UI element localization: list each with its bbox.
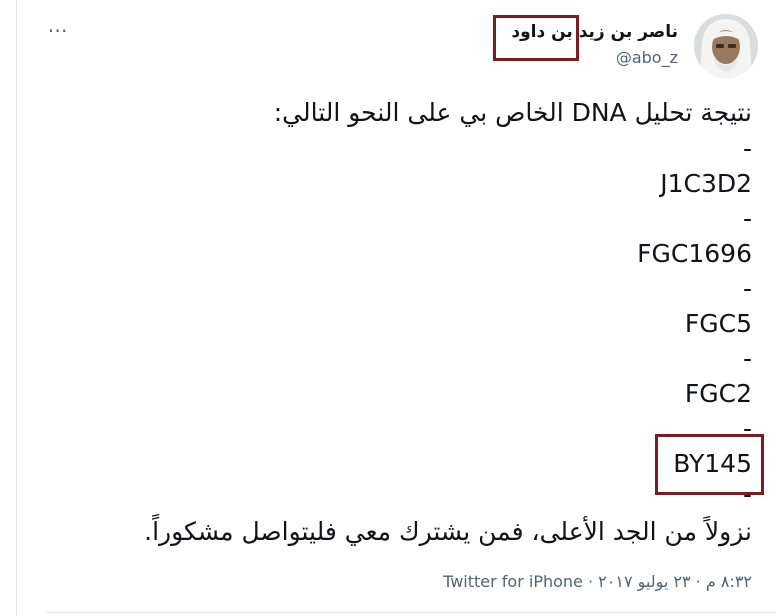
tweet-meta: ٨:٣٢ م · ٢٣ يوليو ٢٠١٧ · Twitter for iPh… — [443, 572, 752, 591]
tweet-text-line: J1C3D2 — [660, 169, 752, 198]
tweet-text-line: - — [742, 344, 752, 373]
more-options-icon[interactable]: ⋯ — [46, 18, 70, 42]
tweet-timestamp[interactable]: ٨:٣٢ م · ٢٣ يوليو ٢٠١٧ — [598, 572, 752, 591]
tweet-text-line: FGC1696 — [637, 239, 752, 268]
divider-left — [16, 0, 17, 616]
author-handle[interactable]: @abo_z — [616, 48, 678, 67]
tweet-text-line: FGC2 — [684, 379, 752, 408]
tweet-text-line: - — [742, 204, 752, 233]
divider-bottom — [46, 612, 776, 613]
tweet-text-line: - — [742, 134, 752, 163]
tweet-source[interactable]: Twitter for iPhone — [443, 572, 583, 591]
tweet-text-line: نتيجة تحليل DNA الخاص بي على النحو التال… — [273, 98, 752, 127]
tweet-card: ⋯ ناصر بن زيد بن داود @abo_z نتيجة تحليل… — [0, 0, 776, 616]
profile-photo — [694, 14, 758, 78]
annotation-box-name — [493, 15, 579, 61]
annotation-box-by145 — [655, 434, 764, 495]
tweet-text-line: نزولاً من الجد الأعلى، فمن يشترك معي فلي… — [144, 517, 752, 546]
tweet-text-line: - — [742, 274, 752, 303]
tweet-text-line: FGC5 — [684, 309, 752, 338]
meta-separator: · — [582, 572, 594, 591]
avatar[interactable] — [694, 14, 758, 78]
